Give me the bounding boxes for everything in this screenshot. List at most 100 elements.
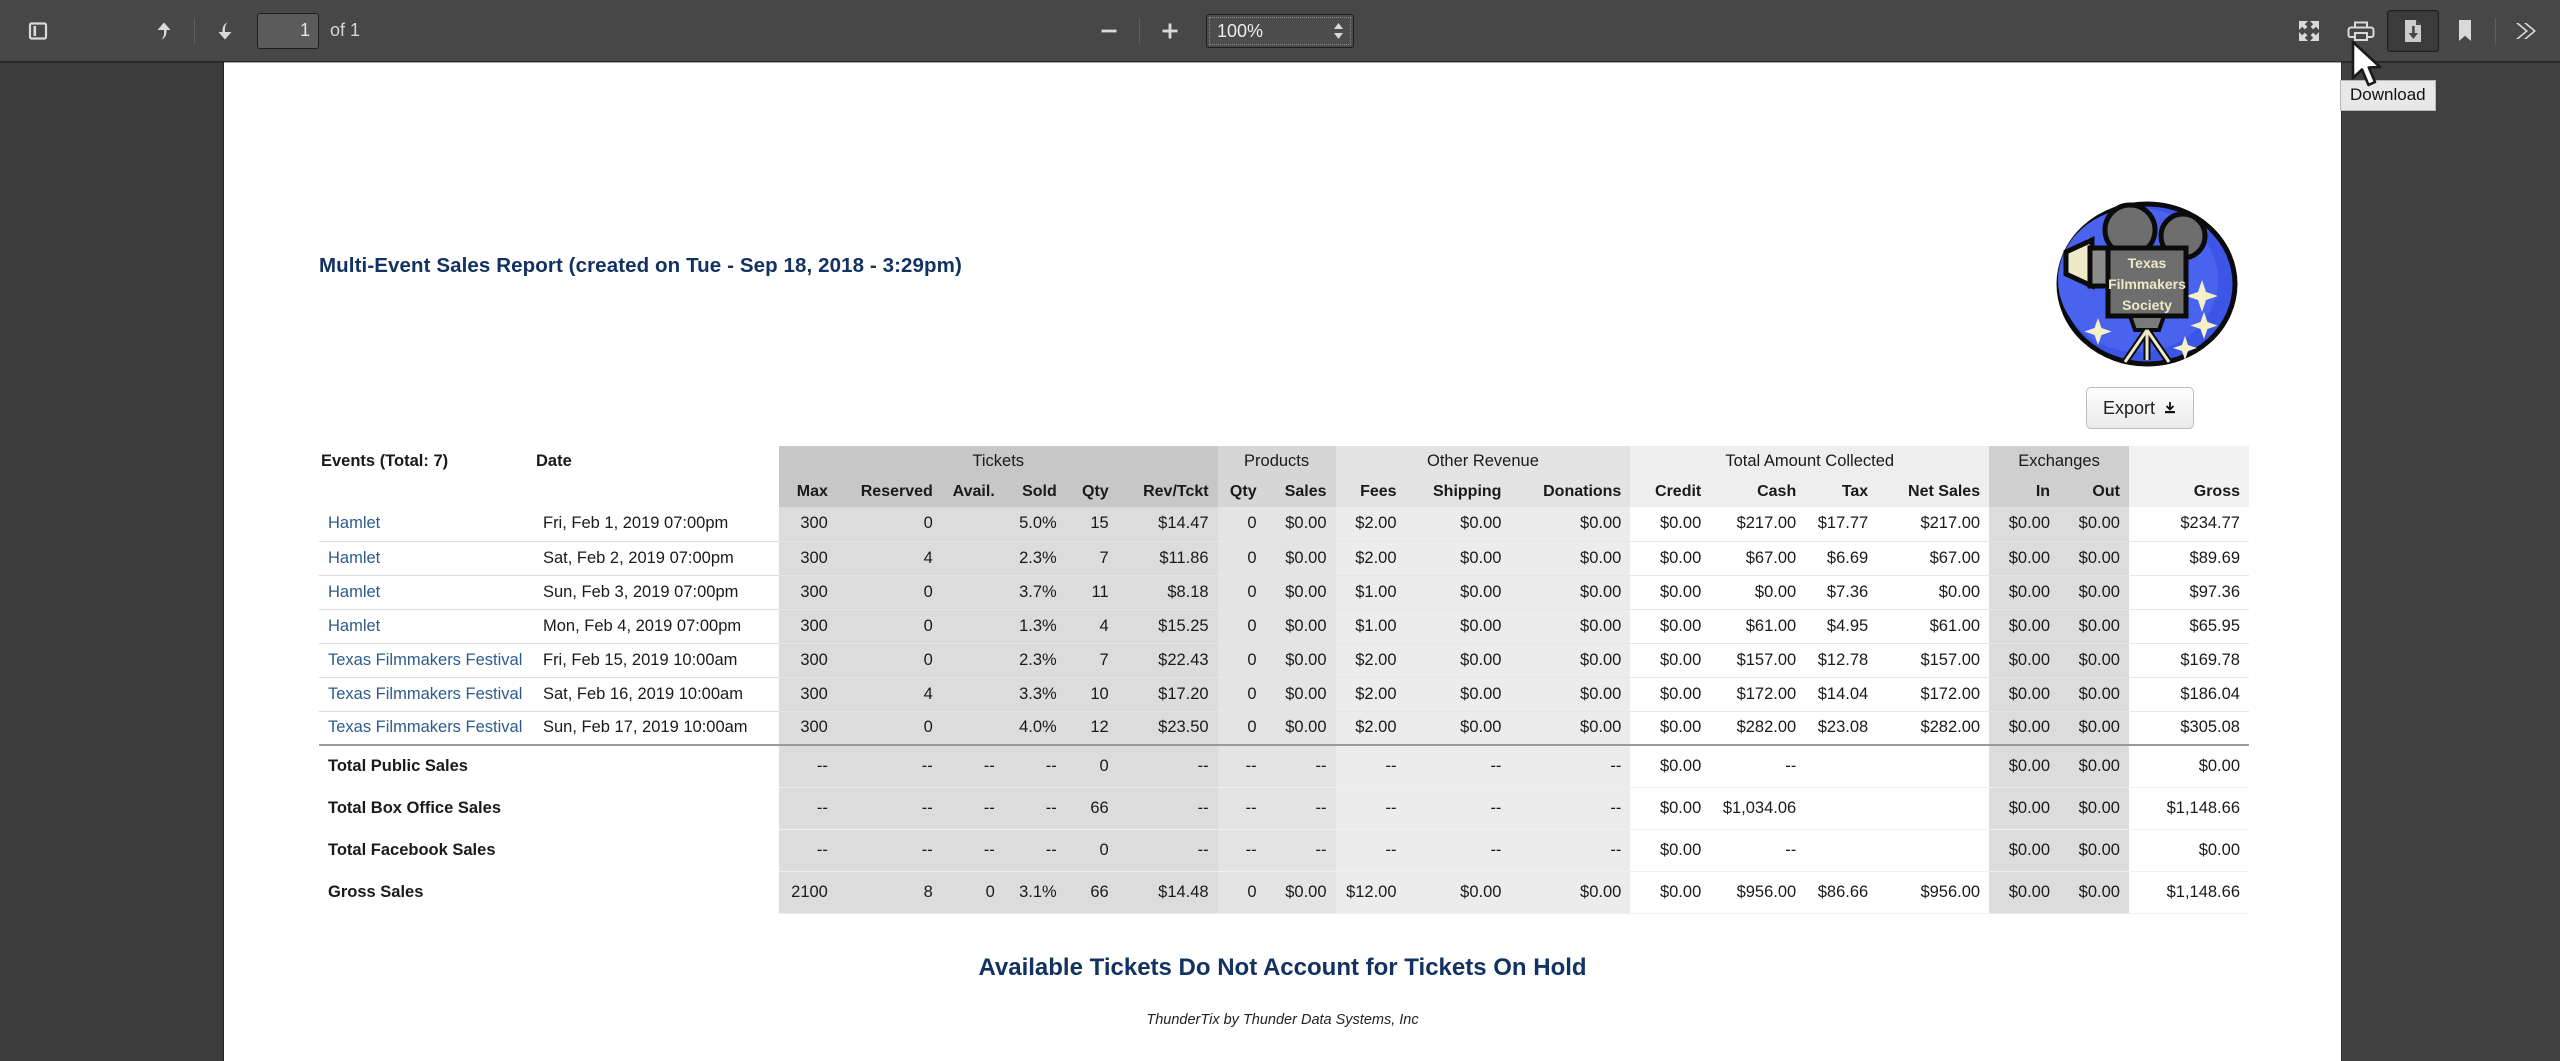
bookmark-button[interactable] bbox=[2439, 10, 2491, 52]
table-row: Texas Filmmakers FestivalFri, Feb 15, 20… bbox=[319, 643, 2249, 677]
presentation-mode-button[interactable] bbox=[2283, 10, 2335, 52]
data-cell: 300 bbox=[779, 507, 837, 541]
event-link[interactable]: Hamlet bbox=[328, 617, 380, 635]
data-cell: $7.36 bbox=[1805, 575, 1877, 609]
data-cell: $186.04 bbox=[2129, 677, 2249, 711]
data-cell: 1.3% bbox=[1004, 609, 1066, 643]
table-row: Texas Filmmakers FestivalSat, Feb 16, 20… bbox=[319, 677, 2249, 711]
event-link[interactable]: Texas Filmmakers Festival bbox=[328, 685, 522, 703]
data-cell: $0.00 bbox=[1989, 575, 2059, 609]
sales-report: Multi-Event Sales Report (created on Tue… bbox=[224, 62, 2341, 1061]
data-cell: $2.00 bbox=[1336, 643, 1406, 677]
total-data-cell: 0 bbox=[1066, 829, 1118, 871]
total-data-cell: -- bbox=[1218, 787, 1266, 829]
secondary-tools-button[interactable] bbox=[2500, 10, 2552, 52]
event-link[interactable]: Hamlet bbox=[328, 583, 380, 601]
data-cell: $0.00 bbox=[1266, 507, 1336, 541]
column-header-sold: Sold bbox=[1004, 476, 1066, 507]
logo-line-2: Filmmakers bbox=[2108, 276, 2186, 292]
data-cell: $217.00 bbox=[1877, 507, 1989, 541]
total-data-cell: -- bbox=[1118, 787, 1218, 829]
data-cell: 11 bbox=[1066, 575, 1118, 609]
total-data-cell: $0.00 bbox=[1510, 871, 1630, 913]
fullscreen-icon bbox=[2296, 18, 2322, 44]
total-data-cell: 8 bbox=[837, 871, 942, 913]
toolbar-divider-zoom bbox=[1139, 18, 1140, 44]
data-cell: $157.00 bbox=[1877, 643, 1989, 677]
data-cell bbox=[942, 575, 1004, 609]
data-cell: $0.00 bbox=[1989, 643, 2059, 677]
total-data-cell: -- bbox=[1406, 829, 1511, 871]
event-link[interactable]: Hamlet bbox=[328, 514, 380, 532]
total-data-cell bbox=[1877, 745, 1989, 787]
data-cell bbox=[942, 677, 1004, 711]
total-data-cell: $14.48 bbox=[1118, 871, 1218, 913]
data-cell: $282.00 bbox=[1877, 711, 1989, 745]
total-data-cell: $0.00 bbox=[2059, 871, 2129, 913]
minus-icon bbox=[1098, 20, 1120, 42]
total-data-cell: -- bbox=[1118, 745, 1218, 787]
total-data-cell: $0.00 bbox=[2059, 745, 2129, 787]
report-table-wrapper: Events (Total: 7)DateTicketsProductsOthe… bbox=[319, 446, 2249, 914]
data-cell: 0 bbox=[837, 711, 942, 745]
export-button[interactable]: Export bbox=[2086, 387, 2194, 429]
next-page-button[interactable] bbox=[199, 10, 251, 52]
previous-page-button[interactable] bbox=[138, 10, 190, 52]
event-date-cell: Sun, Feb 17, 2019 10:00am bbox=[534, 711, 779, 745]
page-number-input[interactable] bbox=[257, 13, 319, 49]
zoom-select[interactable]: 100% bbox=[1206, 14, 1354, 48]
data-cell: $2.00 bbox=[1336, 711, 1406, 745]
data-cell: $4.95 bbox=[1805, 609, 1877, 643]
data-cell: 0 bbox=[1218, 609, 1266, 643]
table-row: HamletMon, Feb 4, 2019 07:00pm30001.3%4$… bbox=[319, 609, 2249, 643]
data-cell: $0.00 bbox=[1510, 575, 1630, 609]
total-row: Total Facebook Sales--------0-----------… bbox=[319, 829, 2249, 871]
data-cell: $0.00 bbox=[1406, 507, 1511, 541]
column-header-credit: Credit bbox=[1630, 476, 1710, 507]
event-date-cell: Mon, Feb 4, 2019 07:00pm bbox=[534, 609, 779, 643]
column-header-gross: Gross bbox=[2129, 476, 2249, 507]
download-button[interactable] bbox=[2387, 10, 2439, 52]
data-cell: $0.00 bbox=[1630, 507, 1710, 541]
data-cell bbox=[942, 643, 1004, 677]
event-link[interactable]: Texas Filmmakers Festival bbox=[328, 718, 522, 736]
data-cell: $0.00 bbox=[2059, 541, 2129, 575]
data-cell: $0.00 bbox=[1510, 541, 1630, 575]
data-cell: $0.00 bbox=[1989, 677, 2059, 711]
data-cell: $0.00 bbox=[1266, 541, 1336, 575]
total-data-cell: -- bbox=[837, 787, 942, 829]
zoom-out-button[interactable] bbox=[1083, 10, 1135, 52]
event-link[interactable]: Texas Filmmakers Festival bbox=[328, 651, 522, 669]
column-header-tax: Tax bbox=[1805, 476, 1877, 507]
total-data-cell: -- bbox=[942, 745, 1004, 787]
column-header-fees: Fees bbox=[1336, 476, 1406, 507]
data-cell: $157.00 bbox=[1710, 643, 1805, 677]
data-cell: 4.0% bbox=[1004, 711, 1066, 745]
total-data-cell: $0.00 bbox=[1630, 829, 1710, 871]
zoom-in-button[interactable] bbox=[1144, 10, 1196, 52]
event-link[interactable]: Hamlet bbox=[328, 549, 380, 567]
data-cell: $169.78 bbox=[2129, 643, 2249, 677]
total-data-cell: -- bbox=[1510, 787, 1630, 829]
data-cell: $0.00 bbox=[1989, 711, 2059, 745]
plus-icon bbox=[1159, 20, 1181, 42]
data-cell: 4 bbox=[837, 677, 942, 711]
data-cell: $1.00 bbox=[1336, 609, 1406, 643]
data-cell: $305.08 bbox=[2129, 711, 2249, 745]
data-cell: 3.7% bbox=[1004, 575, 1066, 609]
pdf-viewer-container[interactable]: Multi-Event Sales Report (created on Tue… bbox=[0, 62, 2560, 1061]
data-cell: $65.95 bbox=[2129, 609, 2249, 643]
chevron-double-right-icon bbox=[2513, 19, 2539, 43]
data-cell: $0.00 bbox=[1266, 575, 1336, 609]
data-cell: $0.00 bbox=[1989, 609, 2059, 643]
data-cell: $12.78 bbox=[1805, 643, 1877, 677]
data-cell: $0.00 bbox=[1510, 507, 1630, 541]
total-data-cell: $0.00 bbox=[1989, 745, 2059, 787]
data-cell: 0 bbox=[837, 507, 942, 541]
data-cell: $15.25 bbox=[1118, 609, 1218, 643]
sidebar-toggle-button[interactable] bbox=[12, 10, 64, 52]
column-header-in: In bbox=[1989, 476, 2059, 507]
data-cell: $0.00 bbox=[1630, 643, 1710, 677]
event-name-cell: Hamlet bbox=[319, 575, 534, 609]
data-cell: $0.00 bbox=[1266, 711, 1336, 745]
